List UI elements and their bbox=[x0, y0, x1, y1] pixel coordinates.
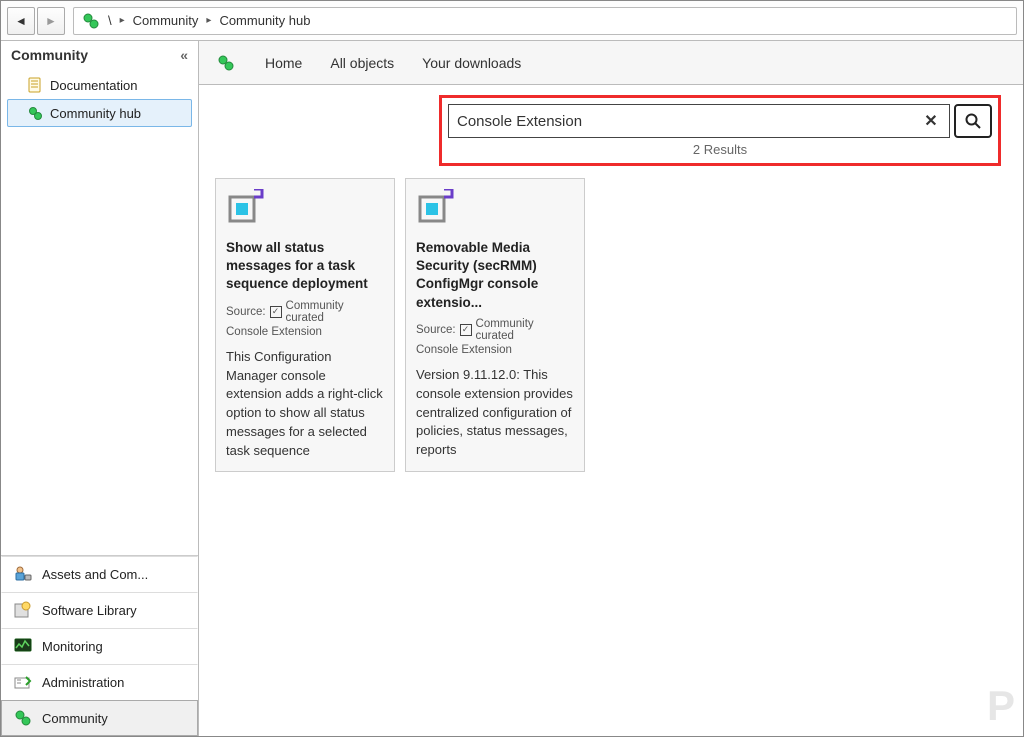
back-icon bbox=[15, 13, 27, 28]
workspace-monitoring[interactable]: Monitoring bbox=[1, 628, 198, 664]
chevron-icon bbox=[118, 15, 127, 26]
document-icon bbox=[26, 76, 44, 94]
results-list: Show all status messages for a task sequ… bbox=[215, 178, 1007, 472]
community-icon bbox=[12, 707, 34, 729]
workspace-assets[interactable]: Assets and Com... bbox=[1, 556, 198, 592]
card-title: Removable Media Security (secRMM) Config… bbox=[416, 239, 574, 312]
navigation-tree: Documentation Community hub bbox=[1, 69, 198, 555]
workspace-label: Community bbox=[42, 711, 108, 726]
admin-icon bbox=[12, 671, 34, 693]
curated-check-icon: ✓ bbox=[270, 306, 282, 318]
hub-icon bbox=[26, 104, 44, 122]
content-body: ✕ 2 Results bbox=[199, 85, 1023, 482]
content-pane: Home All objects Your downloads ✕ bbox=[199, 41, 1023, 736]
workspace-community[interactable]: Community bbox=[1, 700, 198, 736]
workspace-software-library[interactable]: Software Library bbox=[1, 592, 198, 628]
assets-icon bbox=[12, 563, 34, 585]
card-title: Show all status messages for a task sequ… bbox=[226, 239, 384, 294]
navigation-bar: \ Community Community hub bbox=[1, 1, 1023, 41]
card-description: Version 9.11.12.0: This console extensio… bbox=[416, 366, 574, 460]
breadcrumb-item-community[interactable]: Community bbox=[127, 8, 205, 34]
workspace-label: Monitoring bbox=[42, 639, 103, 654]
tab-home[interactable]: Home bbox=[251, 49, 316, 77]
search-button[interactable] bbox=[954, 104, 992, 138]
close-icon: ✕ bbox=[924, 111, 937, 131]
collapse-icon[interactable] bbox=[180, 47, 188, 63]
result-card[interactable]: Removable Media Security (secRMM) Config… bbox=[405, 178, 585, 472]
content-tabs: Home All objects Your downloads bbox=[199, 41, 1023, 85]
workspace-label: Administration bbox=[42, 675, 124, 690]
curated-check-icon: ✓ bbox=[460, 324, 472, 336]
forward-icon bbox=[45, 13, 57, 28]
tree-item-label: Community hub bbox=[50, 106, 141, 121]
tree-item-label: Documentation bbox=[50, 78, 137, 93]
search-box: ✕ bbox=[448, 104, 950, 138]
software-icon bbox=[12, 599, 34, 621]
card-category: Console Extension bbox=[226, 326, 384, 338]
clear-search-button[interactable]: ✕ bbox=[919, 109, 943, 133]
workspace-label: Assets and Com... bbox=[42, 567, 148, 582]
breadcrumb-root[interactable]: \ bbox=[102, 8, 118, 34]
results-count: 2 Results bbox=[448, 138, 992, 157]
monitoring-icon bbox=[12, 635, 34, 657]
tree-item-community-hub[interactable]: Community hub bbox=[7, 99, 192, 127]
back-button[interactable] bbox=[7, 7, 35, 35]
card-source: Source: ✓ Community curated bbox=[416, 318, 574, 342]
card-description: This Configuration Manager console exten… bbox=[226, 348, 384, 461]
community-icon bbox=[80, 10, 102, 32]
chevron-icon bbox=[204, 15, 213, 26]
sidebar-title: Community bbox=[11, 47, 88, 63]
search-input[interactable] bbox=[455, 109, 919, 134]
sidebar: Community Documentation bbox=[1, 41, 199, 736]
result-card[interactable]: Show all status messages for a task sequ… bbox=[215, 178, 395, 472]
breadcrumb-item-hub[interactable]: Community hub bbox=[213, 8, 316, 34]
sidebar-header: Community bbox=[1, 41, 198, 69]
tree-item-documentation[interactable]: Documentation bbox=[7, 71, 192, 99]
search-area: ✕ 2 Results bbox=[439, 95, 1001, 166]
workspace-switcher: Assets and Com... Software Library bbox=[1, 555, 198, 736]
card-category: Console Extension bbox=[416, 344, 574, 356]
tab-your-downloads[interactable]: Your downloads bbox=[408, 49, 535, 77]
hub-icon bbox=[215, 52, 237, 74]
forward-button[interactable] bbox=[37, 7, 65, 35]
search-icon bbox=[964, 112, 982, 130]
watermark: P bbox=[987, 682, 1013, 730]
breadcrumb[interactable]: \ Community Community hub bbox=[73, 7, 1017, 35]
workspace-administration[interactable]: Administration bbox=[1, 664, 198, 700]
tab-all-objects[interactable]: All objects bbox=[316, 49, 408, 77]
card-source: Source: ✓ Community curated bbox=[226, 300, 384, 324]
workspace-label: Software Library bbox=[42, 603, 137, 618]
extension-icon bbox=[416, 189, 456, 229]
extension-icon bbox=[226, 189, 266, 229]
